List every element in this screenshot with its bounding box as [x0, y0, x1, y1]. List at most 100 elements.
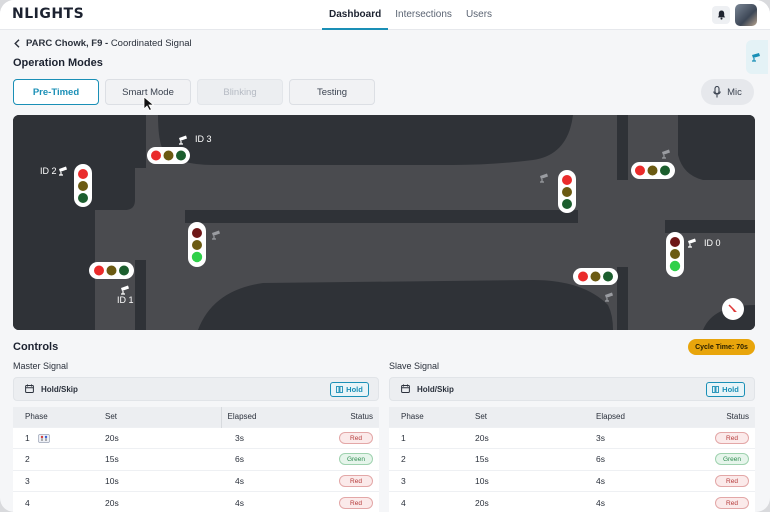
master-hold-button[interactable]: Hold — [330, 382, 369, 397]
master-hold-button-label: Hold — [346, 385, 363, 394]
table-row[interactable]: 4 20s 4s Red — [389, 491, 755, 512]
signal-label-id0: ID 0 — [704, 238, 721, 248]
phase-number: 2 — [13, 448, 99, 470]
table-row[interactable]: 2 15s 6s Green — [13, 448, 379, 470]
table-row[interactable]: 1 20s 3s Red — [389, 426, 755, 449]
lane-divider — [665, 220, 755, 233]
camera-panel-tab[interactable] — [746, 40, 768, 74]
pedestrian-crossing-icon — [38, 434, 50, 443]
table-row[interactable]: 3 10s 4s Red — [13, 469, 379, 492]
intersection-map[interactable]: ID 3 ID 2 ID 1 ID 0 — [13, 115, 755, 330]
lane-divider — [617, 115, 628, 180]
traffic-signal-northeast[interactable] — [631, 162, 675, 179]
phase-number: 1 — [389, 426, 469, 449]
status-badge: Red — [339, 496, 373, 509]
top-navigation-bar: NLIGHTS Dashboard Intersections Users — [0, 0, 770, 30]
table-row[interactable]: 3 10s 4s Red — [389, 469, 755, 492]
column-header-set: Set — [469, 407, 590, 427]
operation-modes-title: Operation Modes — [13, 57, 103, 69]
breadcrumb-separator: - — [105, 38, 109, 49]
table-row[interactable]: 1 20s 3s Red — [13, 426, 379, 449]
phase-elapsed: 3s — [590, 426, 700, 449]
phase-number: 3 — [389, 469, 469, 492]
phase-elapsed: 4s — [590, 491, 700, 512]
controls-title: Controls — [13, 341, 59, 353]
lane-divider — [135, 115, 146, 168]
column-header-status: Status — [700, 407, 755, 427]
lane-divider — [13, 209, 95, 222]
phase-set: 15s — [99, 448, 221, 470]
app-window: NLIGHTS Dashboard Intersections Users PA… — [0, 0, 770, 512]
master-signal-label: Master Signal — [13, 361, 69, 371]
traffic-signal-east[interactable] — [558, 170, 576, 213]
traffic-signal-southeast[interactable] — [573, 268, 618, 285]
mode-blinking-button[interactable]: Blinking — [197, 79, 283, 105]
lane-divider — [617, 267, 628, 330]
traffic-signal-id1[interactable] — [89, 262, 134, 279]
phase-number: 4 — [13, 491, 99, 512]
phase-number: 4 — [389, 491, 469, 512]
slave-hold-skip-title: Hold/Skip — [417, 385, 454, 394]
status-badge: Green — [339, 453, 373, 466]
mic-button[interactable]: Mic — [701, 79, 754, 105]
table-row[interactable]: 4 20s 4s Red — [13, 491, 379, 512]
phase-set: 10s — [99, 469, 221, 492]
compass-icon[interactable] — [722, 298, 744, 320]
table-header-row: Phase Set Elapsed Status — [13, 407, 379, 427]
lane-divider — [135, 260, 146, 330]
columns-icon — [336, 386, 344, 393]
phase-elapsed: 6s — [221, 448, 321, 470]
status-badge: Red — [715, 431, 749, 444]
slave-hold-button[interactable]: Hold — [706, 382, 745, 397]
column-header-phase: Phase — [13, 407, 99, 427]
map-block — [158, 115, 573, 165]
master-phase-table: Phase Set Elapsed Status 1 20s 3s Red 2 … — [13, 407, 379, 512]
columns-icon — [712, 386, 720, 393]
traffic-signal-center[interactable] — [188, 222, 206, 267]
traffic-signal-id3[interactable] — [147, 147, 190, 164]
nav-intersections[interactable]: Intersections — [388, 0, 459, 30]
nav-users[interactable]: Users — [459, 0, 499, 30]
table-row[interactable]: 2 15s 6s Green — [389, 448, 755, 470]
column-header-status: Status — [321, 407, 379, 427]
slave-signal-label: Slave Signal — [389, 361, 440, 371]
phase-elapsed: 4s — [590, 469, 700, 492]
user-avatar[interactable] — [735, 4, 757, 26]
traffic-signal-id0[interactable] — [666, 232, 684, 277]
nav-dashboard[interactable]: Dashboard — [322, 0, 389, 30]
breadcrumb: PARC Chowk, F9 - Coordinated Signal — [14, 38, 192, 49]
table-header-row: Phase Set Elapsed Status — [389, 407, 755, 427]
column-header-elapsed: Elapsed — [590, 407, 700, 427]
phase-number: 1 — [25, 432, 30, 443]
map-block — [678, 115, 755, 180]
notification-bell-icon[interactable] — [712, 6, 730, 24]
breadcrumb-site: PARC Chowk, F9 — [26, 38, 103, 49]
camera-icon — [752, 53, 760, 62]
microphone-icon — [713, 86, 721, 98]
signal-label-id1: ID 1 — [117, 295, 134, 305]
phase-set: 20s — [99, 491, 221, 512]
phase-set: 15s — [469, 448, 590, 470]
phase-number: 3 — [13, 469, 99, 492]
map-block — [198, 280, 613, 330]
column-header-set: Set — [99, 407, 221, 427]
slave-hold-skip-bar: Hold/Skip Hold — [389, 377, 755, 401]
calendar-icon — [401, 384, 410, 393]
status-badge: Green — [715, 453, 749, 466]
status-badge: Red — [339, 474, 373, 487]
column-header-phase: Phase — [389, 407, 469, 427]
mode-pre-timed-button[interactable]: Pre-Timed — [13, 79, 99, 105]
signal-label-id3: ID 3 — [195, 134, 212, 144]
mode-testing-button[interactable]: Testing — [289, 79, 375, 105]
mouse-cursor-icon — [143, 96, 155, 111]
main-nav: Dashboard Intersections Users — [322, 0, 499, 30]
back-chevron-icon[interactable] — [14, 39, 20, 48]
master-hold-skip-bar: Hold/Skip Hold — [13, 377, 379, 401]
phase-set: 10s — [469, 469, 590, 492]
column-header-elapsed: Elapsed — [220, 407, 321, 427]
phase-set: 20s — [99, 426, 221, 449]
traffic-signal-id2[interactable] — [74, 164, 92, 207]
app-logo[interactable]: NLIGHTS — [12, 6, 84, 22]
calendar-icon — [25, 384, 34, 393]
status-badge: Red — [715, 496, 749, 509]
